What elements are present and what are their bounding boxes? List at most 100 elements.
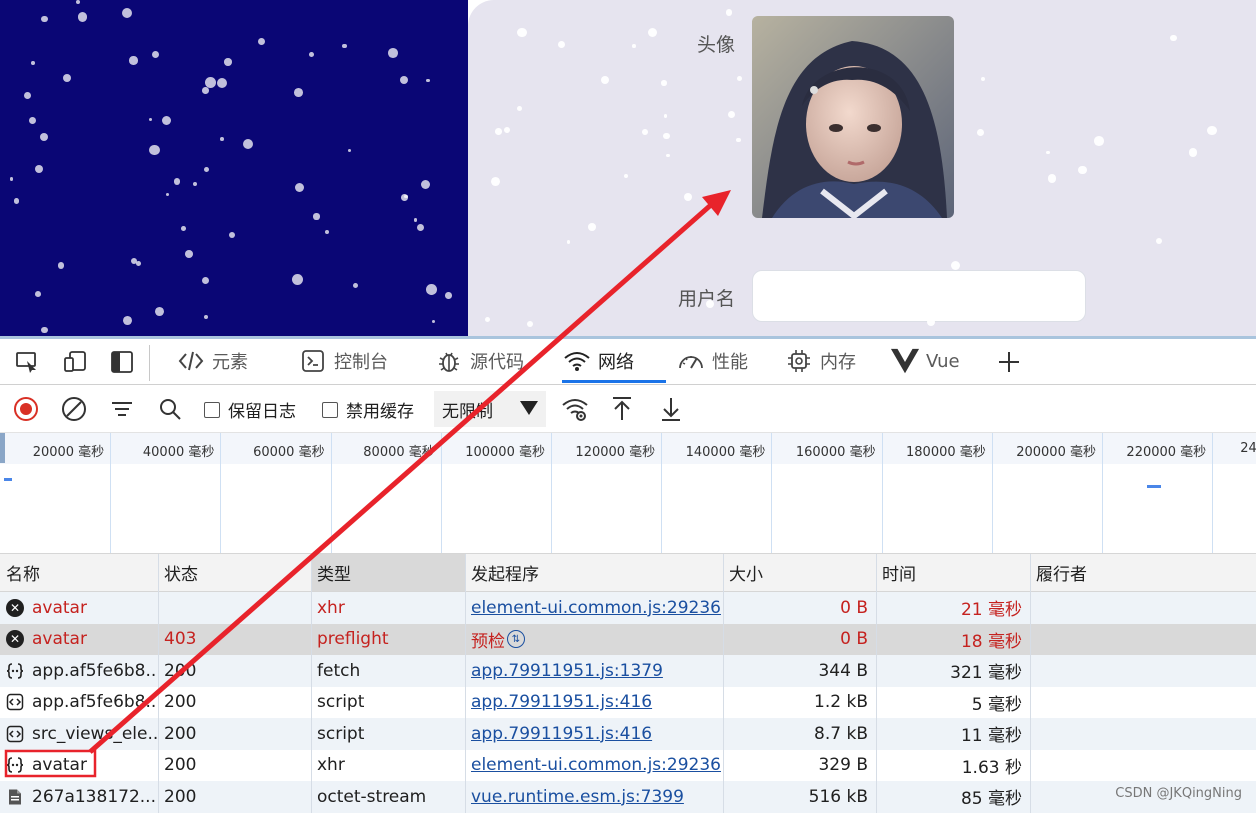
fulfilled-by-cell: [1030, 624, 1256, 656]
filter-icon[interactable]: [107, 394, 137, 424]
type-cell: preflight: [311, 624, 465, 656]
cell-text: preflight: [317, 629, 389, 650]
size-cell: 344 B: [723, 655, 876, 687]
table-row[interactable]: src_views_ele... 200 script app.79911951.js…: [0, 718, 1256, 750]
cell-text: src_views_ele...: [32, 723, 158, 744]
initiator-link[interactable]: app.79911951.js:1379: [471, 661, 663, 681]
column-header[interactable]: 大小: [723, 554, 876, 591]
initiator-cell[interactable]: app.79911951.js:416: [465, 687, 723, 719]
time-cell: 321 毫秒: [876, 655, 1030, 687]
tab-performance[interactable]: 性能: [676, 339, 748, 383]
size-cell: 0 B: [723, 592, 876, 624]
snowflake: [980, 76, 986, 82]
initiator-cell[interactable]: app.79911951.js:416: [465, 718, 723, 750]
timeline-tick-label: 200000 毫秒: [1016, 445, 1096, 460]
initiator-cell[interactable]: element-ui.common.js:29236: [465, 592, 723, 624]
fulfilled-by-cell: [1030, 592, 1256, 624]
cell-text: 11 毫秒: [960, 726, 1022, 747]
stop-recording-button[interactable]: [11, 394, 41, 424]
tab-sources[interactable]: 源代码: [434, 339, 524, 383]
clear-icon[interactable]: [59, 394, 89, 424]
inspect-element-icon[interactable]: [12, 347, 42, 377]
column-header[interactable]: 状态: [158, 554, 311, 591]
snowflake: [588, 223, 596, 231]
throttling-select[interactable]: 无限制: [434, 391, 546, 427]
cell-text: app.af5fe6b8...: [32, 660, 158, 681]
column-divider[interactable]: [465, 554, 466, 813]
preserve-log-checkbox[interactable]: 保留日志: [204, 397, 296, 422]
export-har-icon[interactable]: [656, 394, 686, 424]
timeline-handle[interactable]: [0, 433, 5, 463]
checkbox-box[interactable]: [322, 401, 338, 418]
snowflake: [219, 136, 224, 141]
time-cell: 85 毫秒: [876, 781, 1030, 813]
disable-cache-checkbox[interactable]: 禁用缓存: [322, 397, 414, 422]
initiator-link[interactable]: vue.runtime.esm.js:7399: [471, 787, 684, 807]
table-row[interactable]: avatar 200 xhr element-ui.common.js:29236 32…: [0, 749, 1256, 782]
cell-text: 344 B: [818, 660, 868, 681]
snowflake: [444, 292, 452, 300]
column-header[interactable]: 类型: [311, 554, 465, 591]
tab-network[interactable]: 网络: [562, 339, 666, 383]
checkbox-box[interactable]: [204, 401, 220, 418]
add-tab-icon[interactable]: [994, 347, 1024, 377]
network-conditions-icon[interactable]: [560, 394, 590, 424]
username-input[interactable]: [752, 270, 1086, 322]
timeline-gridline: [110, 433, 112, 553]
initiator-link[interactable]: app.79911951.js:416: [471, 724, 652, 744]
snowflake: [503, 126, 511, 134]
snowflake: [242, 139, 254, 150]
time-cell: 21 毫秒: [876, 592, 1030, 624]
column-header[interactable]: 履行者: [1030, 554, 1256, 591]
table-row[interactable]: app.af5fe6b8... 200 fetch app.79911951.js:1…: [0, 655, 1256, 687]
tab-elements[interactable]: 元素: [176, 339, 248, 383]
column-divider[interactable]: [876, 554, 877, 813]
initiator-link[interactable]: app.79911951.js:416: [471, 692, 652, 712]
initiator-link[interactable]: element-ui.common.js:29236: [471, 598, 721, 618]
column-header[interactable]: 名称: [0, 554, 158, 591]
import-har-icon[interactable]: [607, 394, 637, 424]
device-emulation-icon[interactable]: [60, 347, 90, 377]
initiator-cell[interactable]: app.79911951.js:1379: [465, 655, 723, 687]
snowflake: [526, 321, 533, 328]
tab-console[interactable]: 控制台: [298, 339, 388, 383]
fulfilled-by-cell: [1030, 655, 1256, 687]
tab-vue[interactable]: Vue: [890, 339, 960, 383]
table-row[interactable]: ✕ avatar 403 preflight 预检 ⇅ 0 B 18 毫秒: [0, 623, 1256, 656]
snowflake: [728, 110, 736, 118]
avatar-image[interactable]: [752, 16, 954, 218]
initiator-link[interactable]: element-ui.common.js:29236: [471, 755, 721, 775]
snowflake: [725, 9, 733, 16]
initiator-link: 预检: [471, 631, 505, 652]
timeline-gridline: [220, 433, 222, 553]
snowflake: [1046, 150, 1050, 154]
network-overview-timeline[interactable]: 20000 毫秒 40000 毫秒 60000 毫秒 80000 毫秒 100000 毫…: [0, 433, 1256, 554]
table-row[interactable]: 267a138172... 200 octet-stream vue.runtime.…: [0, 781, 1256, 813]
snowflake: [136, 260, 141, 266]
preflight-link-icon[interactable]: ⇅: [507, 630, 525, 649]
timeline-tick-label: 140000 毫秒: [685, 445, 766, 460]
snowflake: [1078, 165, 1087, 174]
column-divider[interactable]: [1030, 554, 1031, 813]
column-header[interactable]: 时间: [876, 554, 1030, 591]
column-header[interactable]: 发起程序: [465, 554, 723, 591]
timeline-tick-label: 160000 毫秒: [795, 445, 876, 460]
initiator-cell[interactable]: vue.runtime.esm.js:7399: [465, 781, 723, 813]
time-cell: 5 毫秒: [876, 687, 1030, 719]
snowflake: [39, 133, 48, 142]
column-divider[interactable]: [158, 554, 159, 813]
timeline-gridline: [881, 433, 883, 553]
column-divider[interactable]: [311, 554, 312, 813]
tab-memory[interactable]: 内存: [784, 339, 856, 383]
snowflake: [517, 28, 527, 38]
table-row[interactable]: app.af5fe6b8... 200 script app.79911951.js:…: [0, 686, 1256, 719]
snowflake: [192, 181, 198, 187]
initiator-cell[interactable]: element-ui.common.js:29236: [465, 750, 723, 782]
snowflake: [184, 250, 193, 259]
search-icon[interactable]: [155, 394, 185, 424]
request-name-cell: app.af5fe6b8...: [0, 687, 158, 719]
table-row[interactable]: ✕ avatar xhr element-ui.common.js:29236 0 B 2…: [0, 592, 1256, 624]
dock-sidebar-icon[interactable]: [107, 347, 137, 377]
cell-text: 321 毫秒: [950, 663, 1022, 684]
column-divider[interactable]: [723, 554, 724, 813]
